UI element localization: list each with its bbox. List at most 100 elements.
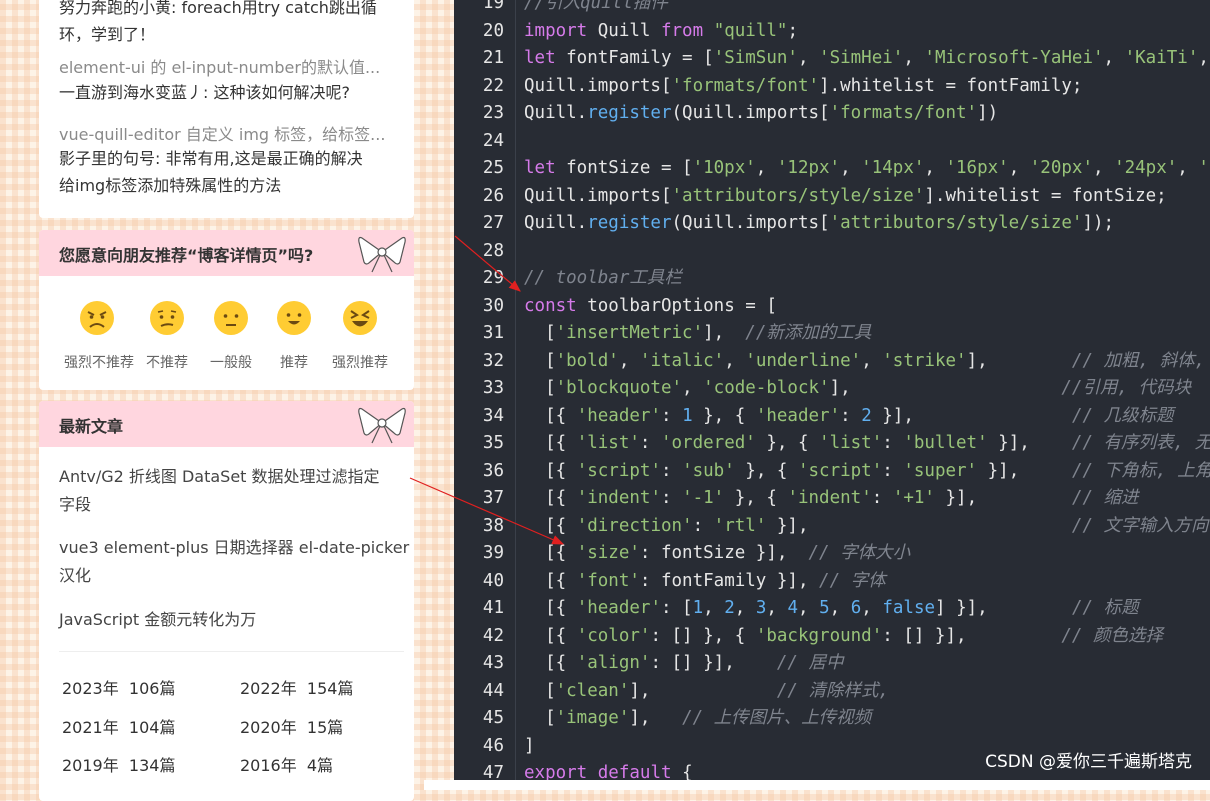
code-editor[interactable]: 19 //引入quill插件 20 import Quill from "quill"… <box>454 0 1210 780</box>
code-text: [{ 'script': 'sub' }, { 'script': 'super… <box>524 460 1210 481</box>
code-text: ['insertMetric'], //新添加的工具 <box>524 323 872 343</box>
code-text: export default { <box>524 763 693 780</box>
code-text: let fontSize = ['10px', '12px', '14px', … <box>524 158 1209 178</box>
code-line: 45 ['image'], // 上传图片、上传视频 <box>454 705 1210 733</box>
line-number: 20 <box>482 20 504 41</box>
line-number: 30 <box>482 295 504 316</box>
code-text: ['blockquote', 'code-block'], //引用, 代码块 <box>524 378 1192 398</box>
code-text: [{ 'list': 'ordered' }, { 'list': 'bulle… <box>524 433 1210 453</box>
archive-count: 154篇 <box>306 679 354 698</box>
code-line: 36 [{ 'script': 'sub' }, { 'script': 'su… <box>454 458 1210 486</box>
archive-count: 106篇 <box>128 679 176 698</box>
archive-year: 2020年 <box>240 718 297 737</box>
archive-item[interactable]: 2016年 4篇 <box>240 752 333 776</box>
line-number: 46 <box>482 735 504 756</box>
code-line: 44 ['clean'], // 清除样式, <box>454 678 1210 706</box>
recommend-survey-card: 您愿意向朋友推荐“博客详情页”吗? 强烈不推荐 不推荐 一般般 推荐 强烈推荐 <box>39 230 414 390</box>
code-text: ['clean'], // 清除样式, <box>524 680 890 701</box>
line-number: 38 <box>482 515 504 536</box>
archive-item[interactable]: 2023年 106篇 <box>62 675 175 699</box>
archive-item[interactable]: 2022年 154篇 <box>240 675 353 699</box>
line-number: 28 <box>482 240 504 261</box>
line-number: 42 <box>482 625 504 646</box>
comment-item[interactable]: 努力奔跑的小黄: foreach用try catch跳出循 环，学到了！ <box>59 0 404 48</box>
code-line: 29 // toolbar工具栏 <box>454 265 1210 293</box>
line-number: 25 <box>482 158 504 178</box>
line-number: 32 <box>482 350 504 371</box>
card-header: 最新文章 <box>39 401 414 447</box>
comment-item[interactable]: 影子里的句号: 非常有用,这是最正确的解决 给img标签添加特殊属性的方法 <box>59 145 404 199</box>
archive-year: 2016年 <box>240 756 297 775</box>
line-number: 37 <box>482 488 504 508</box>
code-text: Quill.imports['formats/font'].whitelist … <box>524 75 1083 96</box>
code-text: const toolbarOptions = [ <box>524 295 777 316</box>
archive-count: 134篇 <box>128 756 176 775</box>
code-line: 38 [{ 'direction': 'rtl' }], // 文字输入方向 <box>454 513 1210 541</box>
code-line: 41 [{ 'header': [1, 2, 3, 4, 5, 6, false… <box>454 595 1210 623</box>
rating-label: 一般般 <box>210 355 252 371</box>
archive-item[interactable]: 2020年 15篇 <box>240 714 343 738</box>
line-number: 21 <box>482 48 504 68</box>
article-title-line: Antv/G2 折线图 DataSet 数据处理过滤指定 <box>59 467 380 486</box>
article-link[interactable]: Antv/G2 折线图 DataSet 数据处理过滤指定 字段 <box>59 463 409 519</box>
comment-text-line: 努力奔跑的小黄: foreach用try catch跳出循 <box>59 0 377 17</box>
code-text: [{ 'header': 1 }, { 'header': 2 }], // 几… <box>524 405 1174 426</box>
comment-article-link[interactable]: vue-quill-editor 自定义 img 标签，给标签... <box>59 121 404 145</box>
line-number: 29 <box>482 268 504 288</box>
code-line: 42 [{ 'color': [] }, { 'background': [] … <box>454 623 1210 651</box>
archive-count: 4篇 <box>306 756 334 775</box>
bottom-strip <box>424 780 1210 790</box>
archive-year: 2019年 <box>62 756 119 775</box>
line-number: 26 <box>482 185 504 206</box>
latest-title: 最新文章 <box>59 417 124 436</box>
comment-text-line: 环，学到了！ <box>59 25 156 44</box>
line-number: 43 <box>482 653 504 673</box>
rating-label: 不推荐 <box>146 355 188 371</box>
code-text: [{ 'align': [] }], // 居中 <box>524 653 844 673</box>
sidebar: 努力奔跑的小黄: foreach用try catch跳出循 环，学到了！ ele… <box>0 0 424 801</box>
code-line: 20 import Quill from "quill"; <box>454 18 1210 46</box>
csdn-watermark: CSDN @爱你三千遍斯塔克 <box>985 752 1192 772</box>
bow-icon <box>358 236 406 273</box>
code-text: Quill.register(Quill.imports['formats/fo… <box>524 103 999 123</box>
line-number: 35 <box>482 433 504 453</box>
code-text: ['bold', 'italic', 'underline', 'strike'… <box>524 350 1206 371</box>
code-text: [{ 'size': fontSize }], // 字体大小 <box>524 543 911 563</box>
code-text: let fontFamily = ['SimSun', 'SimHei', 'M… <box>524 48 1209 68</box>
card-header: 您愿意向朋友推荐“博客详情页”吗? <box>39 230 414 276</box>
line-number: 22 <box>482 75 504 96</box>
rating-option-strongly-not-recommend[interactable]: 强烈不推荐 <box>64 300 134 372</box>
rating-option-not-recommend[interactable]: 不推荐 <box>134 300 200 372</box>
archive-year: 2021年 <box>62 718 119 737</box>
line-number: 33 <box>482 378 504 398</box>
rating-option-strongly-recommend[interactable]: 强烈推荐 <box>327 300 393 372</box>
rating-option-neutral[interactable]: 一般般 <box>198 300 264 372</box>
comment-text-line: 影子里的句号: 非常有用,这是最正确的解决 <box>59 149 363 168</box>
comment-article-link[interactable]: element-ui 的 el-input-number的默认值... <box>59 54 404 78</box>
line-number: 40 <box>482 570 504 591</box>
archive-item[interactable]: 2019年 134篇 <box>62 752 175 776</box>
neutral-face-icon <box>214 301 248 335</box>
comment-text[interactable]: 一直游到海水变蓝丿: 这种该如何解决呢? <box>59 79 404 106</box>
smile-face-icon <box>277 301 311 335</box>
line-number: 19 <box>482 0 504 13</box>
code-text: Quill.imports['attributors/style/size'].… <box>524 185 1167 206</box>
line-number: 27 <box>482 213 504 233</box>
divider <box>59 651 404 652</box>
line-number: 23 <box>482 103 504 123</box>
code-line: 39 [{ 'size': fontSize }], // 字体大小 <box>454 540 1210 568</box>
rating-option-recommend[interactable]: 推荐 <box>261 300 327 372</box>
code-line: 22 Quill.imports['formats/font'].whitelis… <box>454 73 1210 101</box>
bow-icon <box>358 407 406 444</box>
archive-item[interactable]: 2021年 104篇 <box>62 714 175 738</box>
article-link[interactable]: JavaScript 金额元转化为万 <box>59 606 409 634</box>
latest-articles-card: 最新文章 Antv/G2 折线图 DataSet 数据处理过滤指定 字段 vue… <box>39 401 414 801</box>
rating-label: 强烈推荐 <box>332 355 388 371</box>
code-text: [{ 'color': [] }, { 'background': [] }],… <box>524 625 1163 646</box>
article-title-line: vue3 element-plus 日期选择器 el-date-picker <box>59 538 410 557</box>
code-text: [{ 'font': fontFamily }], // 字体 <box>524 570 886 591</box>
code-text: import Quill from "quill"; <box>524 20 798 41</box>
article-link[interactable]: vue3 element-plus 日期选择器 el-date-picker 汉… <box>59 534 409 590</box>
line-number: 45 <box>482 708 504 728</box>
code-line: 37 [{ 'indent': '-1' }, { 'indent': '+1'… <box>454 485 1210 513</box>
